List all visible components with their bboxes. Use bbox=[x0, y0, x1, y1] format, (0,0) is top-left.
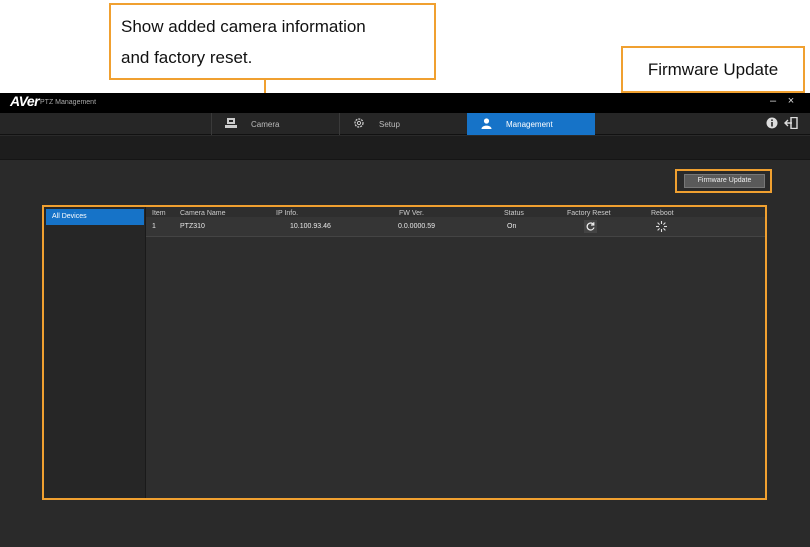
column-header-factory-reset[interactable]: Factory Reset bbox=[567, 210, 611, 217]
camera-icon bbox=[225, 117, 237, 131]
title-bar: AVer PTZ Management – × bbox=[0, 93, 810, 113]
column-header-ip-info[interactable]: IP Info. bbox=[276, 210, 298, 217]
tab-setup[interactable]: Setup bbox=[339, 113, 467, 135]
callout-firmware-update: Firmware Update bbox=[621, 46, 805, 93]
aver-logo: AVer bbox=[10, 93, 40, 109]
reboot-icon[interactable] bbox=[655, 220, 668, 233]
info-icon[interactable] bbox=[766, 117, 778, 131]
sub-toolbar bbox=[0, 136, 810, 160]
gear-icon bbox=[353, 117, 365, 131]
minimize-button[interactable]: – bbox=[766, 95, 780, 107]
column-header-reboot[interactable]: Reboot bbox=[651, 210, 674, 217]
device-sidebar: All Devices bbox=[44, 207, 146, 498]
ptz-management-window: AVer PTZ Management – × Camera Setup Man… bbox=[0, 93, 810, 547]
callout-camera-info-line2: and factory reset. bbox=[121, 48, 253, 67]
column-header-item[interactable]: Item bbox=[152, 210, 166, 217]
callout-camera-info: Show added camera information and factor… bbox=[109, 3, 436, 80]
refresh-icon[interactable] bbox=[584, 220, 597, 233]
cell-fw-ver: 0.0.0000.59 bbox=[398, 223, 435, 230]
cell-item: 1 bbox=[152, 223, 156, 230]
cell-status: On bbox=[507, 223, 517, 230]
tab-camera-label: Camera bbox=[251, 119, 280, 129]
column-header-camera-name[interactable]: Camera Name bbox=[180, 210, 226, 217]
cell-ip-info: 10.100.93.46 bbox=[290, 223, 331, 230]
firmware-update-button[interactable]: Firmware Update bbox=[684, 174, 765, 188]
tab-management-label: Management bbox=[506, 119, 553, 129]
callout-camera-info-line1: Show added camera information bbox=[121, 17, 366, 36]
cell-camera-name: PTZ310 bbox=[180, 223, 205, 230]
device-panel: All Devices Item Camera Name IP Info. FW… bbox=[42, 205, 767, 500]
device-table: Item Camera Name IP Info. FW Ver. Status… bbox=[146, 207, 765, 498]
tab-management[interactable]: Management bbox=[467, 113, 595, 135]
column-header-fw-ver[interactable]: FW Ver. bbox=[399, 210, 424, 217]
column-header-status[interactable]: Status bbox=[504, 210, 524, 217]
tab-setup-label: Setup bbox=[379, 119, 400, 129]
close-button[interactable]: × bbox=[784, 95, 798, 107]
user-icon bbox=[481, 117, 492, 131]
app-title: PTZ Management bbox=[40, 99, 97, 106]
tab-camera[interactable]: Camera bbox=[211, 113, 339, 135]
callout-firmware-update-text: Firmware Update bbox=[647, 60, 779, 79]
table-row[interactable]: 1 PTZ310 10.100.93.46 0.0.0000.59 On bbox=[146, 217, 765, 237]
logout-icon[interactable] bbox=[784, 116, 798, 131]
sidebar-item-all-devices[interactable]: All Devices bbox=[46, 209, 144, 225]
nav-bar: Camera Setup Management bbox=[0, 113, 810, 135]
